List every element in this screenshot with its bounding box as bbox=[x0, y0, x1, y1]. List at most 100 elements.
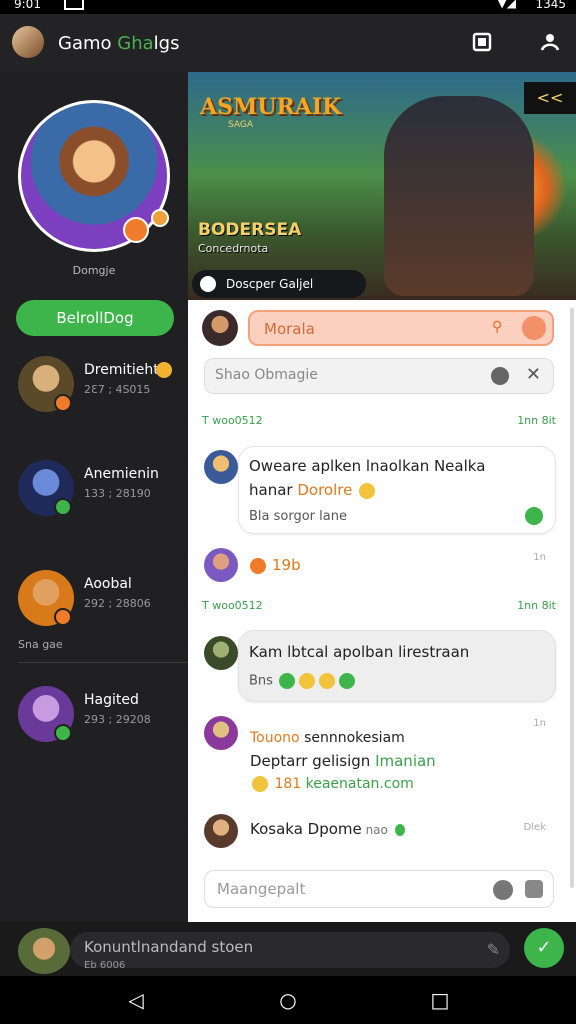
profile-avatar[interactable] bbox=[18, 100, 170, 252]
search-icon[interactable]: ⚲ bbox=[492, 319, 510, 337]
message-text: Kam lbtcal apolban lirestraan bbox=[249, 643, 470, 661]
back-icon[interactable]: << bbox=[524, 82, 576, 114]
chip-icon bbox=[200, 276, 216, 292]
message-time: Dlek bbox=[523, 822, 546, 833]
sidebar-caption: Sna gae bbox=[18, 638, 63, 651]
message-text: Kosaka Dpome nao bbox=[250, 820, 407, 838]
signal-icon: ▼◢ bbox=[497, 0, 516, 10]
message-link[interactable]: keaenatan.com bbox=[306, 776, 414, 792]
message-text: Deptarr gelisign Imanian bbox=[250, 752, 436, 770]
message-text: 19b bbox=[272, 556, 301, 574]
bottom-avatar[interactable] bbox=[18, 928, 70, 974]
message-text-part: nao bbox=[361, 823, 388, 837]
sender-avatar[interactable] bbox=[204, 450, 238, 484]
filter-input[interactable]: Shao Obmagie ✕ bbox=[204, 358, 554, 394]
star-icon bbox=[339, 673, 356, 689]
level-badge-icon bbox=[123, 217, 149, 243]
friend-item[interactable]: Hagited 293 ; 29208 bbox=[0, 686, 188, 756]
friend-meta: 292 ; 28806 bbox=[84, 597, 151, 610]
message-composer[interactable]: Maangepalt bbox=[204, 870, 554, 908]
app-title-accent: Gha bbox=[117, 33, 154, 54]
friend-name: Aoobal bbox=[84, 576, 132, 592]
profile-action-button[interactable]: BelrollDog bbox=[16, 300, 174, 336]
game-title: BODERSEA bbox=[198, 220, 302, 240]
message-bubble[interactable]: Oweare aplken lnaolkan Nealka hanar Doro… bbox=[238, 446, 556, 534]
sender-avatar[interactable] bbox=[204, 814, 238, 848]
image-notification-icon bbox=[64, 0, 84, 10]
chip-label: Doscper Galjel bbox=[226, 277, 314, 291]
game-logo-sub: SAGA bbox=[228, 120, 254, 130]
message-text-part: sennnokesiam bbox=[299, 730, 405, 746]
my-avatar[interactable] bbox=[202, 310, 238, 346]
clock-icon[interactable] bbox=[491, 367, 509, 385]
back-nav-icon[interactable]: ◁ bbox=[124, 988, 148, 1012]
app-title-suffix: lgs bbox=[153, 33, 180, 54]
sender-name[interactable]: Touono bbox=[250, 730, 300, 746]
reaction-icon bbox=[279, 673, 296, 689]
section-label: T woo0512 bbox=[202, 414, 263, 427]
message-link-row: 181 keaenatan.com bbox=[250, 776, 414, 792]
game-banner[interactable]: ASMURAIK SAGA BODERSEA Concedrnota Doscp… bbox=[188, 72, 576, 300]
emoji-icon[interactable] bbox=[493, 880, 513, 900]
bottom-input-bar: Konuntlnandand stoen ✎ Eb 6006 ✓ bbox=[0, 922, 576, 976]
message-reactions: Bns bbox=[249, 673, 357, 689]
system-nav-bar: ◁ ○ □ bbox=[0, 976, 576, 1024]
message-subtext: Bla sorgor lane bbox=[249, 509, 347, 524]
message-text-line2: hanar Dorolre bbox=[249, 481, 377, 499]
composer-placeholder: Maangepalt bbox=[217, 880, 306, 898]
app-title-part: Gamo bbox=[58, 33, 118, 54]
friend-item[interactable]: Dremitiehte 2Ɛ7 ; 4S015 bbox=[0, 356, 188, 426]
attach-icon[interactable] bbox=[525, 880, 543, 898]
message-mention[interactable]: Dorolre bbox=[297, 481, 352, 499]
friend-name: Dremitiehte bbox=[84, 362, 168, 378]
coin-badge-icon bbox=[151, 209, 169, 227]
section-time: 1nn 8it bbox=[517, 599, 556, 612]
banner-hero-figure bbox=[384, 96, 534, 296]
sender-avatar[interactable] bbox=[204, 716, 238, 750]
reaction-icon[interactable] bbox=[525, 507, 543, 525]
game-chip[interactable]: Doscper Galjel bbox=[192, 270, 366, 298]
status-badge-icon bbox=[54, 394, 72, 412]
smile-emoji-icon bbox=[359, 482, 376, 499]
battery-level: 1345 bbox=[535, 0, 566, 11]
user-avatar[interactable] bbox=[12, 26, 44, 58]
pen-icon[interactable]: ✎ bbox=[487, 940, 500, 959]
message-bubble[interactable]: Kam lbtcal apolban lirestraan Bns bbox=[238, 630, 556, 702]
profile-handle: Domgje bbox=[72, 264, 116, 277]
friend-meta: 293 ; 29208 bbox=[84, 713, 151, 726]
game-logo: ASMURAIK bbox=[200, 94, 342, 120]
message-count: 181 bbox=[270, 776, 306, 792]
home-nav-icon[interactable]: ○ bbox=[276, 988, 300, 1012]
window-icon[interactable] bbox=[472, 32, 492, 52]
chat-panel: Morala ⚲ Shao Obmagie ✕ T woo0512 1nn 8i… bbox=[188, 300, 576, 924]
friend-item[interactable]: Aoobal 292 ; 28806 bbox=[0, 570, 188, 640]
bottom-input-subtext: Eb 6006 bbox=[84, 960, 126, 971]
app-bar: Gamo Ghalgs bbox=[0, 14, 576, 72]
left-panel: Domgje BelrollDog Dremitiehte 2Ɛ7 ; 4S01… bbox=[0, 72, 188, 924]
message-time: 1n bbox=[533, 552, 546, 563]
coin-icon bbox=[250, 558, 266, 574]
recents-nav-icon[interactable]: □ bbox=[428, 988, 452, 1012]
status-badge-icon bbox=[54, 724, 72, 742]
send-button[interactable]: ✓ bbox=[524, 928, 564, 968]
close-icon[interactable]: ✕ bbox=[526, 364, 541, 385]
search-input[interactable]: Morala ⚲ bbox=[248, 310, 554, 346]
sender-avatar[interactable] bbox=[204, 636, 238, 670]
leaf-icon bbox=[394, 823, 405, 836]
profile-icon[interactable] bbox=[540, 32, 560, 52]
sender-avatar[interactable] bbox=[204, 548, 238, 582]
divider bbox=[18, 662, 188, 663]
message-time: 1n bbox=[533, 718, 546, 729]
bottom-message-input[interactable]: Konuntlnandand stoen ✎ bbox=[70, 932, 510, 968]
bottom-input-text: Konuntlnandand stoen bbox=[84, 938, 254, 956]
scrollbar[interactable] bbox=[570, 308, 574, 888]
status-badge-icon bbox=[54, 608, 72, 626]
coin-icon bbox=[156, 362, 172, 378]
friend-meta: 133 ; 28190 bbox=[84, 487, 151, 500]
message-mention[interactable]: Imanian bbox=[375, 752, 436, 770]
friend-item[interactable]: Anemienin 133 ; 28190 bbox=[0, 460, 188, 530]
edit-icon[interactable] bbox=[522, 316, 546, 340]
message-header: Touono sennnokesiam bbox=[250, 730, 405, 746]
message-text: Oweare aplken lnaolkan Nealka bbox=[249, 457, 486, 475]
search-value: Morala bbox=[264, 320, 315, 338]
